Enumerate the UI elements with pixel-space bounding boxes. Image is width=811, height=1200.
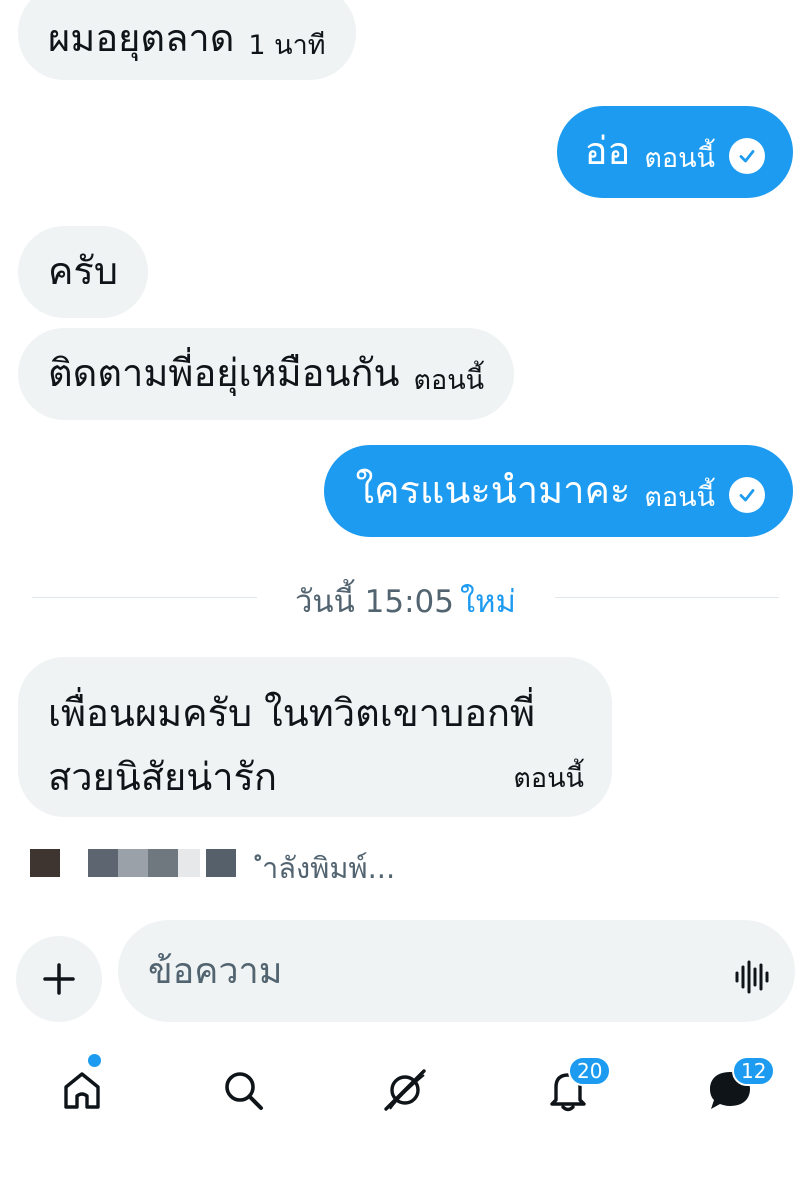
nav-spaces[interactable] <box>377 1062 433 1118</box>
message-timestamp: ตอนนี้ <box>513 763 584 794</box>
plus-icon <box>43 963 75 995</box>
message-bubble-incoming[interactable]: เพื่อนผมครับ ในทวิตเขาบอกพี่ สวยนิสัยน่า… <box>18 657 612 817</box>
message-input[interactable] <box>148 944 708 998</box>
message-bubble-outgoing[interactable]: อ่อ ตอนนี้ <box>556 106 793 198</box>
home-icon <box>64 1072 100 1109</box>
nav-search[interactable] <box>215 1062 271 1118</box>
messages-badge: 12 <box>732 1056 776 1086</box>
message-text-line: สวยนิสัยน่ารัก <box>48 755 277 799</box>
sent-check-icon <box>729 138 765 174</box>
typing-label: ำลังพิมพ์... <box>262 851 396 885</box>
typing-name-block <box>148 849 178 877</box>
voice-message-icon[interactable] <box>733 958 771 996</box>
message-text: ใครแนะนำมาคะ <box>355 468 631 513</box>
typing-avatar <box>30 849 60 877</box>
message-bubble-incoming[interactable]: ติดตามพี่อยุ่เหมือนกัน ตอนนี้ <box>18 328 515 420</box>
typing-name-block <box>88 849 118 877</box>
typing-name-block <box>118 849 148 877</box>
message-bubble-outgoing[interactable]: ใครแนะนำมาคะ ตอนนี้ <box>323 445 793 537</box>
notifications-badge: 20 <box>568 1056 612 1086</box>
message-text: ผมอยุตลาด <box>48 16 235 61</box>
typing-name-block <box>178 849 200 877</box>
typing-indicator: ำลังพิมพ์... <box>22 845 442 885</box>
typing-name-block <box>206 849 236 877</box>
message-text: ครับ <box>48 249 118 294</box>
bottom-navigation <box>0 1050 811 1130</box>
message-timestamp: 1 นาที <box>248 29 326 61</box>
message-text-line: เพื่อนผมครับ ในทวิตเขาบอกพี่ <box>48 691 536 735</box>
new-messages-label: ใหม่ <box>459 584 516 620</box>
message-text: ติดตามพี่อยุ่เหมือนกัน <box>48 351 400 396</box>
message-bubble-incoming[interactable]: ผมอยุตลาด 1 นาที <box>18 0 356 80</box>
date-divider-label: วันนี้ 15:05 <box>295 584 454 620</box>
message-timestamp: ตอนนี้ <box>644 481 715 513</box>
message-text: อ่อ <box>584 129 631 174</box>
date-divider: วันนี้ 15:05 ใหม่ <box>0 576 811 626</box>
message-timestamp: ตอนนี้ <box>644 142 715 174</box>
spaces-icon <box>384 1069 426 1111</box>
sent-check-icon <box>729 477 765 513</box>
message-bubble-incoming[interactable]: ครับ <box>18 226 148 318</box>
search-icon <box>225 1072 263 1110</box>
nav-home[interactable] <box>54 1062 110 1118</box>
add-media-button[interactable] <box>16 936 102 1022</box>
home-unread-dot <box>88 1054 101 1067</box>
message-composer[interactable] <box>118 920 795 1022</box>
message-timestamp: ตอนนี้ <box>413 364 485 396</box>
